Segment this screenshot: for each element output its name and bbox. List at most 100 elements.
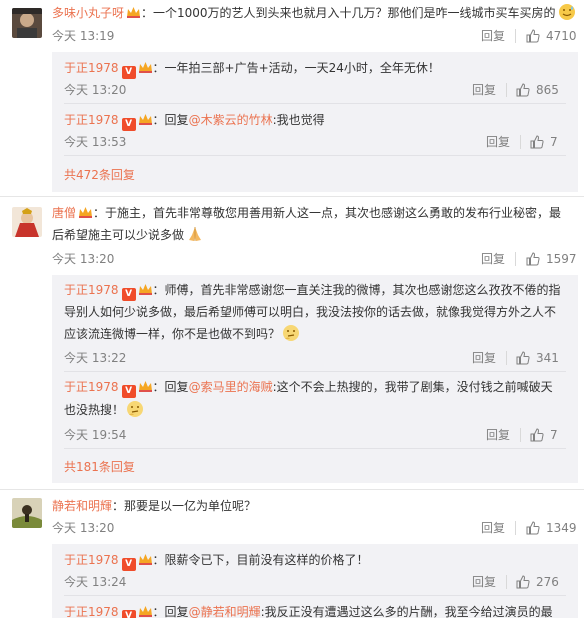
pray-emoji — [186, 225, 204, 243]
mention-link[interactable]: @静若和明輝 — [189, 605, 261, 618]
like-button[interactable]: 4710 — [526, 28, 577, 44]
reply-username[interactable]: 于正1978 — [64, 283, 119, 297]
crown-badge-icon — [138, 378, 153, 392]
reply-button[interactable]: 回复 — [481, 28, 505, 44]
reply-text: 导别人如何少说多做，最后希望师傅可以明白，我没法按你的话去做，就像我觉得方外之人… — [64, 305, 557, 319]
reply-button[interactable]: 回复 — [486, 134, 510, 150]
divider — [506, 575, 507, 589]
comment-thread: 静若和明輝：那要是以一亿为单位呢？ 今天 13:20 回复 1349 于正197… — [0, 490, 584, 618]
thumbs-up-icon — [516, 351, 530, 365]
divider — [64, 155, 566, 156]
divider — [64, 371, 566, 372]
crown-badge-icon — [138, 281, 153, 295]
reply-text: :这个不会上热搜的，我带了剧集，没付钱之前喊破天 — [272, 380, 553, 394]
comment-username[interactable]: 多味小丸子呀 — [52, 6, 124, 20]
reply-list: 于正1978 V ：师傅，首先非常感谢您一直关注我的微博，其次也感谢您这么孜孜不倦的… — [52, 275, 578, 483]
comment-text: ：那要是以一亿为单位呢？ — [112, 499, 257, 513]
comment-text: ：一个1000万的艺人到头来也就月入十几万？那他们是咋一线城市买车买房的 — [141, 6, 556, 20]
reply-button[interactable]: 回复 — [472, 574, 496, 590]
reply-timestamp: 今天 13:22 — [64, 351, 127, 365]
v-badge-icon: V — [121, 558, 136, 571]
avatar[interactable] — [12, 498, 42, 528]
mention-link[interactable]: @木紫云的竹林 — [189, 113, 273, 127]
divider — [64, 103, 566, 104]
reply-text: :我反正没有遭遇过这么多的片酬，我至今给过演员的最 — [260, 605, 553, 618]
mention-link[interactable]: @索马里的海贼 — [189, 380, 273, 394]
reply-text: :我也觉得 — [272, 113, 325, 127]
comment-text: ：于施主，首先非常尊敬您用善用新人这一点，其次也感谢这么勇敢的发布行业秘密，最 — [93, 206, 562, 220]
reply-text: ：限薪令已下，目前没有这样的价格了！ — [152, 553, 369, 567]
comment-text: 后希望施主可以少说多做 — [52, 228, 185, 242]
reply-username[interactable]: 于正1978 — [64, 605, 119, 618]
crown-badge-icon — [78, 204, 93, 218]
like-count: 1349 — [546, 521, 577, 535]
divider — [64, 448, 566, 449]
like-button[interactable]: 276 — [516, 574, 559, 590]
like-count: 276 — [536, 575, 559, 589]
comment-thread: 多味小丸子呀 ：一个1000万的艺人到头来也就月入十几万？那他们是咋一线城市买车买… — [0, 0, 584, 196]
crown-badge-icon — [138, 551, 153, 565]
reply-button[interactable]: 回复 — [472, 82, 496, 98]
thumbs-up-icon — [516, 83, 530, 97]
divider — [520, 135, 521, 149]
reply-text-prefix: ：回复 — [152, 605, 189, 618]
reply-text: ：一年拍三部+广告+活动，一天24小时，全年无休！ — [152, 61, 440, 75]
comment-username[interactable]: 静若和明輝 — [52, 499, 112, 513]
like-count: 4710 — [546, 29, 577, 43]
comment-timestamp: 今天 13:20 — [52, 252, 115, 266]
like-button[interactable]: 7 — [530, 134, 558, 150]
reply-username[interactable]: 于正1978 — [64, 61, 119, 75]
crown-badge-icon — [138, 603, 153, 617]
v-badge-icon: V — [121, 66, 136, 79]
reply-text: 应该流连微博一样，你不是也做不到吗？ — [64, 327, 281, 341]
more-replies-link[interactable]: 共472条回复 — [64, 167, 135, 183]
like-button[interactable]: 865 — [516, 82, 559, 98]
reply-timestamp: 今天 13:53 — [64, 135, 127, 149]
like-button[interactable]: 341 — [516, 350, 559, 366]
reply-text-prefix: ：回复 — [152, 113, 189, 127]
v-badge-icon: V — [121, 385, 136, 398]
comment-timestamp: 今天 13:20 — [52, 521, 115, 535]
reply-timestamp: 今天 13:24 — [64, 575, 127, 589]
thinking-emoji — [126, 400, 144, 418]
like-count: 865 — [536, 83, 559, 97]
reply-button[interactable]: 回复 — [481, 520, 505, 536]
thumbs-up-icon — [530, 135, 544, 149]
reply-list: 于正1978 V ：一年拍三部+广告+活动，一天24小时，全年无休！ 今天 13:2… — [52, 52, 578, 192]
crown-badge-icon — [138, 59, 153, 73]
comment-timestamp: 今天 13:19 — [52, 29, 115, 43]
more-replies-link[interactable]: 共181条回复 — [64, 459, 135, 475]
comment-username[interactable]: 唐僧 — [52, 206, 76, 220]
reply-username[interactable]: 于正1978 — [64, 380, 119, 394]
thumbs-up-icon — [516, 575, 530, 589]
thinking-emoji — [282, 324, 300, 342]
comment-thread: 唐僧 ：于施主，首先非常尊敬您用善用新人这一点，其次也感谢这么勇敢的发布行业秘密，… — [0, 197, 584, 489]
divider — [520, 428, 521, 442]
like-button[interactable]: 7 — [530, 427, 558, 443]
avatar[interactable] — [12, 8, 42, 38]
reply-text: ：师傅，首先非常感谢您一直关注我的微博，其次也感谢您这么孜孜不倦的指 — [152, 283, 561, 297]
divider — [64, 595, 566, 596]
like-button[interactable]: 1597 — [526, 251, 577, 267]
v-badge-icon: V — [121, 118, 136, 131]
reply-username[interactable]: 于正1978 — [64, 113, 119, 127]
like-button[interactable]: 1349 — [526, 520, 577, 536]
reply-timestamp: 今天 13:20 — [64, 83, 127, 97]
reply-button[interactable]: 回复 — [481, 251, 505, 267]
reply-username[interactable]: 于正1978 — [64, 553, 119, 567]
reply-timestamp: 今天 19:54 — [64, 428, 127, 442]
divider — [515, 29, 516, 43]
crown-badge-icon — [126, 4, 141, 18]
like-count: 341 — [536, 351, 559, 365]
reply-button[interactable]: 回复 — [486, 427, 510, 443]
divider — [515, 252, 516, 266]
avatar[interactable] — [12, 207, 42, 237]
v-badge-icon: V — [121, 610, 136, 618]
thumbs-up-icon — [526, 252, 540, 266]
reply-button[interactable]: 回复 — [472, 350, 496, 366]
reply-text-prefix: ：回复 — [152, 380, 189, 394]
thumbs-up-icon — [526, 521, 540, 535]
divider — [506, 351, 507, 365]
reply-list: 于正1978 V ：限薪令已下，目前没有这样的价格了！ 今天 13:24 回复 27… — [52, 544, 578, 618]
like-count: 1597 — [546, 252, 577, 266]
